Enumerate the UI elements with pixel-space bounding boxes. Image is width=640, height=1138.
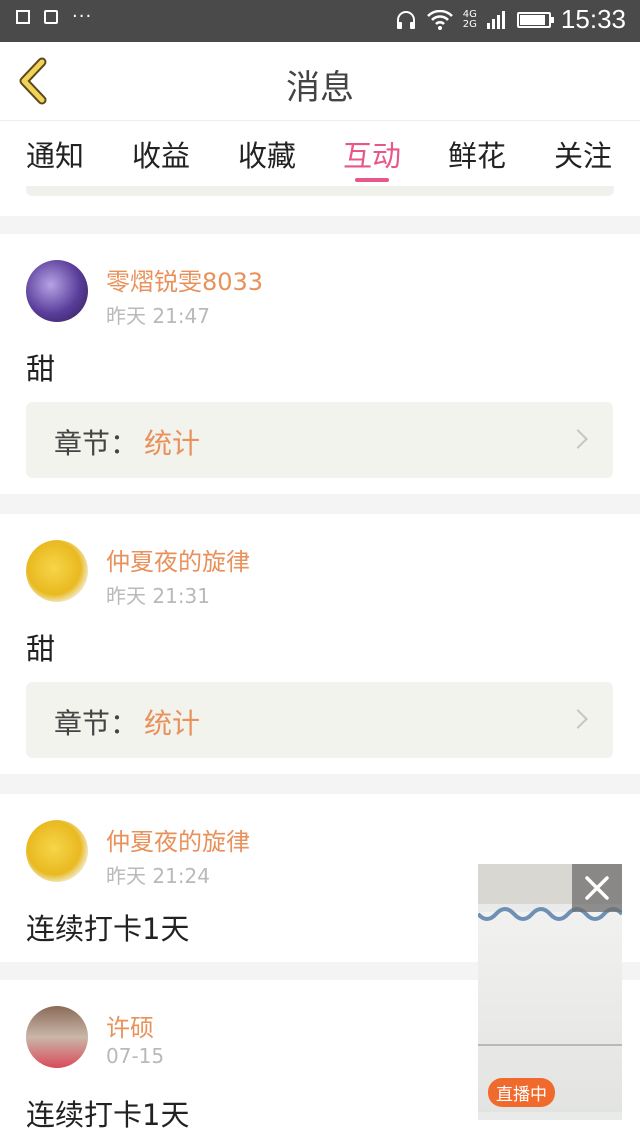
avatar[interactable] [26,820,88,882]
close-live-button[interactable] [572,864,622,912]
chapter-value: 统计 [144,707,201,740]
avatar[interactable] [26,260,88,322]
user-name[interactable]: 许硕 [106,1008,154,1043]
user-name[interactable]: 仲夏夜的旋律 [106,822,250,857]
message-time: 昨天 21:24 [106,864,210,888]
message-content: 连续打卡1天 [26,1098,190,1132]
user-name[interactable]: 零熠锐雯8033 [106,262,263,297]
tab-follows[interactable]: 关注 [554,133,612,175]
chapter-value: 统计 [144,427,201,460]
clock: 15:33 [560,4,626,34]
gallery-icon [16,10,30,24]
live-stream-window[interactable]: 直播中 [478,864,622,1120]
previous-message-card [0,186,640,216]
tab-bar: 通知 收益 收藏 互动 鲜花 关注 [0,120,640,187]
message-card[interactable]: 仲夏夜的旋律 昨天 21:31 甜 章节： 统计 [0,514,640,774]
avatar[interactable] [26,1006,88,1068]
live-badge: 直播中 [488,1078,555,1107]
chapter-link[interactable]: 章节： 统计 [26,682,613,758]
active-tab-indicator [355,178,389,182]
app-grid-icon [44,10,58,24]
tab-flowers[interactable]: 鲜花 [448,133,506,175]
chapter-label: 章节： [54,707,139,740]
signal-icon [486,10,505,29]
message-card[interactable]: 零熠锐雯8033 昨天 21:47 甜 章节： 统计 [0,234,640,494]
chapter-link[interactable]: 章节： 统计 [26,402,613,478]
previous-chapter-box [26,186,614,196]
message-content: 连续打卡1天 [26,912,190,946]
page-title: 消息 [286,68,354,108]
chevron-right-icon [568,429,588,449]
whiteboard-edge [478,1044,622,1046]
tab-notifications[interactable]: 通知 [26,133,84,175]
battery-icon [516,11,554,28]
close-icon [585,876,609,900]
wifi-icon [426,9,453,30]
user-name[interactable]: 仲夏夜的旋律 [106,542,250,577]
message-content: 甜 [26,632,56,666]
message-content: 甜 [26,352,56,386]
headphones-icon [396,10,415,29]
message-time: 07-15 [106,1044,165,1068]
avatar[interactable] [26,540,88,602]
message-time: 昨天 21:31 [106,584,210,608]
tab-interactions[interactable]: 互动 [343,133,401,175]
status-bar: ··· 4G 2G 15:33 [0,0,640,42]
chapter-label: 章节： [54,427,139,460]
tab-earnings[interactable]: 收益 [132,133,190,175]
header: 消息 [0,42,640,120]
network-type: 4G 2G [462,8,477,30]
message-time: 昨天 21:47 [106,304,210,328]
tab-favorites[interactable]: 收藏 [238,133,296,175]
more-notifications-icon: ··· [72,6,93,27]
chevron-right-icon [568,709,588,729]
